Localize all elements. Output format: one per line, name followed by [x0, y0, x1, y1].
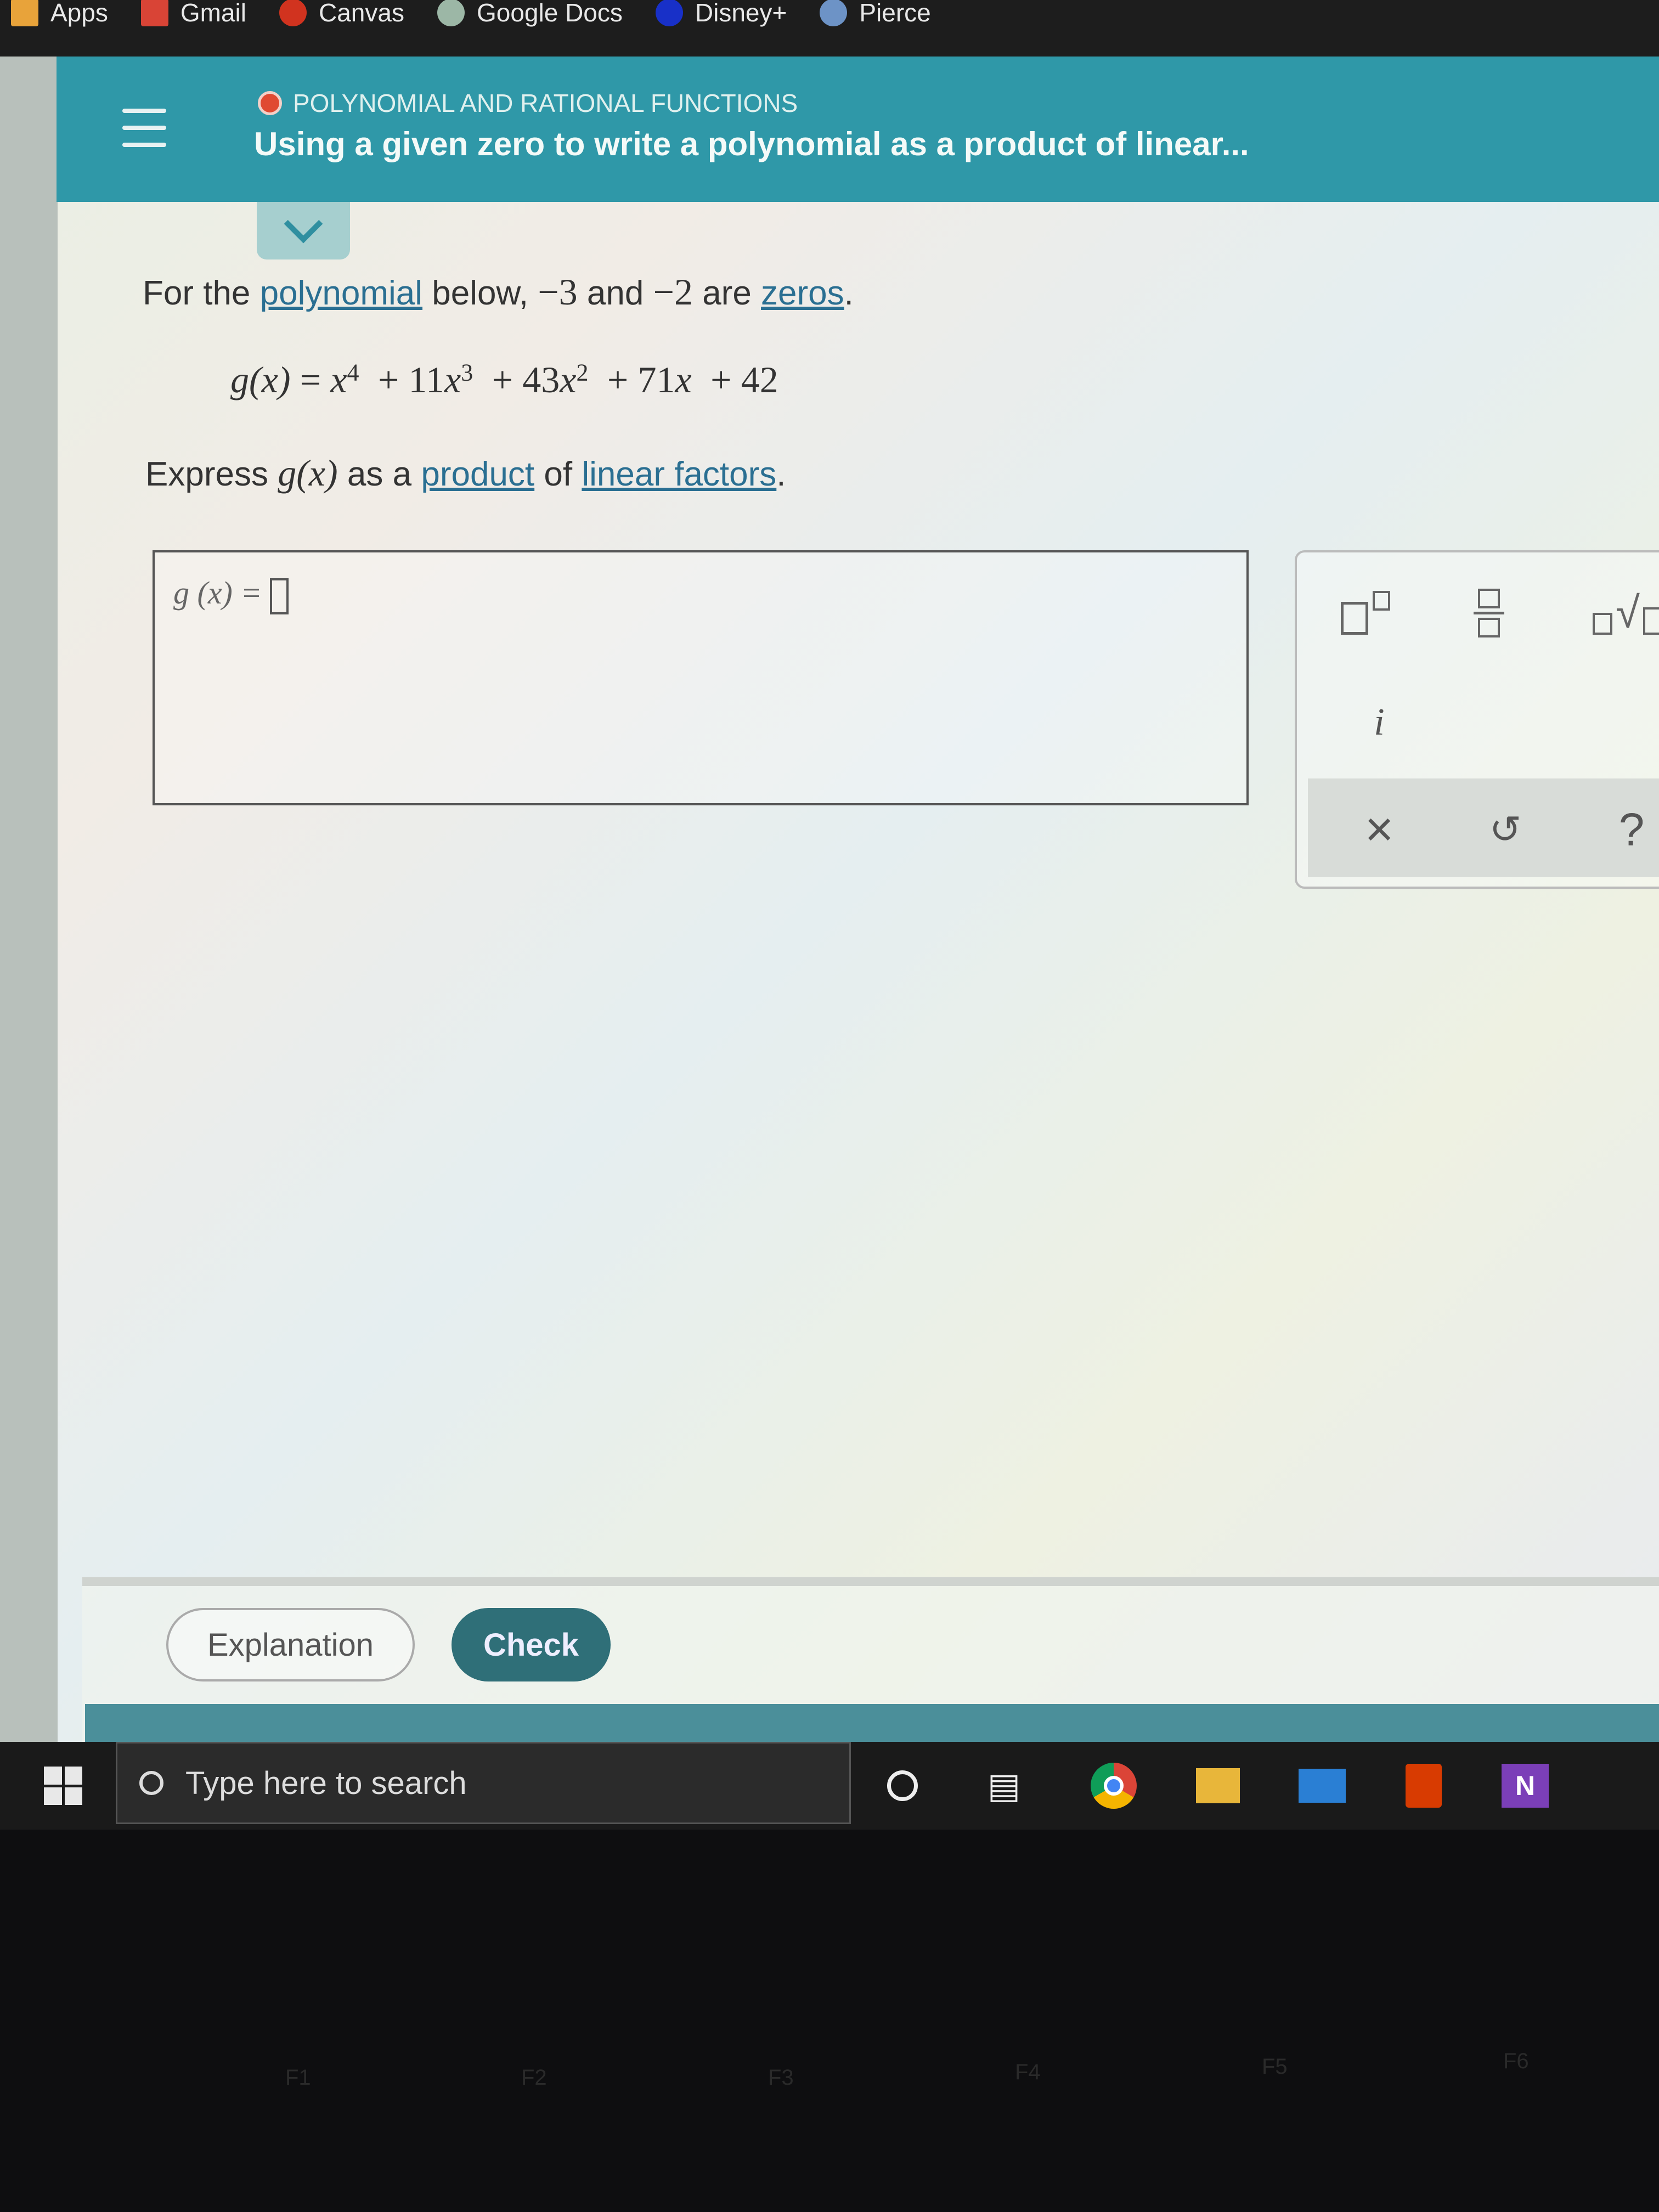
input-cursor-box	[269, 578, 289, 614]
problem-instruction: Express g(x) as a product of linear fact…	[145, 452, 786, 494]
bookmark-canvas[interactable]: Canvas	[279, 0, 404, 27]
chrome-icon[interactable]	[1089, 1761, 1138, 1810]
bookmark-google-docs[interactable]: Google Docs	[437, 0, 623, 27]
explanation-button[interactable]: Explanation	[166, 1608, 415, 1681]
polynomial-link[interactable]: polynomial	[260, 274, 422, 312]
bookmarks-bar: Apps Gmail Canvas Google Docs Disney+ Pi…	[0, 0, 1659, 60]
hamburger-menu-icon[interactable]	[122, 109, 166, 147]
gmail-icon	[140, 0, 168, 26]
close-icon: ×	[1364, 802, 1394, 857]
laptop-keyboard: F1 F2 F3 F4 F5 F6	[0, 1830, 1659, 2212]
help-button[interactable]: ?	[1604, 799, 1659, 860]
canvas-icon	[279, 0, 307, 26]
math-toolbox: √ i × ↺ ?	[1295, 550, 1659, 889]
chevron-down-icon	[284, 204, 323, 244]
undo-button[interactable]: ↺	[1478, 799, 1533, 860]
collapse-chevron-button[interactable]	[257, 202, 350, 259]
task-view-icon[interactable]: ▤	[979, 1761, 1029, 1810]
bookmark-apps[interactable]: Apps	[11, 0, 108, 27]
fraction-button[interactable]	[1456, 577, 1522, 648]
apps-grid-icon	[11, 0, 38, 26]
onenote-icon[interactable]: N	[1500, 1761, 1550, 1810]
bottom-strip	[85, 1704, 1659, 1742]
file-explorer-icon[interactable]	[1193, 1761, 1243, 1810]
disney-plus-icon	[655, 0, 683, 26]
imaginary-i-button[interactable]: i	[1352, 695, 1407, 750]
clear-button[interactable]: ×	[1352, 799, 1407, 860]
pierce-icon	[820, 0, 848, 26]
help-icon: ?	[1618, 803, 1645, 855]
zeros-link[interactable]: zeros	[761, 274, 844, 312]
polynomial-equation: g(x) = x4 + 11x3 + 43x2 + 71x + 42	[230, 359, 778, 400]
left-edge	[0, 57, 58, 1742]
nth-root-icon: √	[1593, 591, 1659, 635]
windows-start-icon[interactable]	[44, 1767, 82, 1805]
undo-icon: ↺	[1489, 808, 1522, 851]
cortana-icon[interactable]	[878, 1761, 927, 1810]
office-icon[interactable]	[1399, 1761, 1448, 1810]
footer-divider	[82, 1577, 1659, 1586]
bookmark-pierce[interactable]: Pierce	[820, 0, 931, 27]
browser-content: POLYNOMIAL AND RATIONAL FUNCTIONS Using …	[0, 57, 1659, 1759]
mail-icon[interactable]	[1297, 1761, 1347, 1810]
nth-root-button[interactable]: √	[1577, 580, 1659, 646]
page-title: Using a given zero to write a polynomial…	[254, 126, 1249, 162]
search-icon	[139, 1771, 163, 1795]
answer-input[interactable]: g (x) =	[153, 550, 1249, 805]
exponent-icon	[1341, 585, 1396, 640]
bookmark-disney-plus[interactable]: Disney+	[655, 0, 787, 27]
check-button[interactable]: Check	[452, 1608, 611, 1681]
status-dot-icon	[258, 91, 282, 115]
linear-factors-link[interactable]: linear factors	[582, 455, 776, 493]
taskbar-search-input[interactable]: Type here to search	[116, 1742, 851, 1824]
product-link[interactable]: product	[421, 455, 534, 493]
topic-category: POLYNOMIAL AND RATIONAL FUNCTIONS	[258, 88, 798, 118]
fraction-icon	[1474, 588, 1504, 637]
answer-label: g (x) =	[173, 574, 289, 614]
google-docs-icon	[437, 0, 465, 26]
bookmark-gmail[interactable]: Gmail	[140, 0, 246, 27]
windows-taskbar: Type here to search ▤ N	[0, 1742, 1659, 1830]
exponent-button[interactable]	[1335, 580, 1401, 646]
problem-intro: For the polynomial below, −3 and −2 are …	[143, 271, 854, 313]
